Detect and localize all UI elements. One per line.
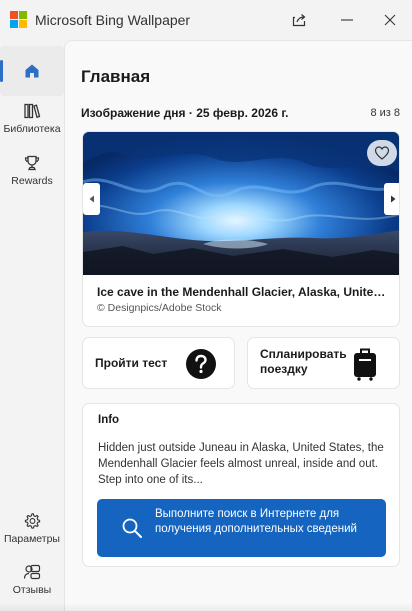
active-indicator bbox=[0, 60, 3, 82]
info-card: Info Hidden just outside Juneau in Alask… bbox=[82, 403, 400, 567]
image-of-the-day-card[interactable]: Ice cave in the Mendenhall Glacier, Alas… bbox=[82, 131, 400, 327]
sidebar-item-label: Библиотека bbox=[3, 123, 61, 135]
trophy-icon bbox=[24, 155, 40, 171]
page-title: Главная bbox=[81, 67, 151, 86]
favorite-button[interactable] bbox=[367, 140, 397, 166]
sidebar-item-library[interactable]: Библиотека bbox=[0, 102, 64, 135]
sidebar-item-label: Параметры bbox=[4, 533, 60, 545]
info-heading: Info bbox=[98, 414, 120, 426]
wallpaper-image[interactable] bbox=[83, 132, 399, 275]
chevron-right-icon bbox=[390, 195, 395, 203]
search-button-label: Выполните поиск в Интернете для получени… bbox=[155, 508, 357, 535]
main-content: Главная Изображение дня · 25 февр. 2026 … bbox=[64, 40, 412, 611]
luggage-icon bbox=[354, 348, 376, 381]
share-icon bbox=[292, 14, 306, 27]
next-image-button[interactable] bbox=[384, 183, 399, 215]
sidebar: Библиотека Rewards Параметры Отзывы bbox=[0, 40, 64, 611]
info-description: Hidden just outside Juneau in Alaska, Un… bbox=[98, 442, 384, 486]
search-web-button[interactable]: Выполните поиск в Интернете для получени… bbox=[97, 499, 386, 557]
sidebar-item-label: Rewards bbox=[11, 175, 53, 187]
close-button[interactable] bbox=[370, 6, 410, 34]
previous-image-button[interactable] bbox=[83, 183, 100, 215]
close-icon bbox=[384, 14, 396, 26]
title-bar: Microsoft Bing Wallpaper bbox=[0, 0, 412, 40]
sidebar-item-rewards[interactable]: Rewards bbox=[0, 154, 64, 187]
quiz-label: Пройти тест bbox=[95, 356, 168, 370]
microsoft-logo-icon bbox=[10, 11, 27, 28]
image-counter: 8 из 8 bbox=[370, 107, 400, 119]
sidebar-item-settings[interactable]: Параметры bbox=[0, 512, 64, 545]
library-icon bbox=[24, 103, 41, 119]
image-credit: © Designpics/Adobe Stock bbox=[97, 302, 222, 314]
sidebar-item-feedback[interactable]: Отзывы bbox=[0, 563, 64, 596]
plan-trip-button[interactable]: Спланировать поездку bbox=[247, 337, 400, 389]
section-title: Изображение дня · 25 февр. 2026 г. bbox=[81, 106, 289, 120]
question-icon bbox=[186, 349, 216, 379]
search-icon bbox=[122, 518, 142, 538]
minimize-button[interactable] bbox=[327, 6, 367, 34]
window-title: Microsoft Bing Wallpaper bbox=[35, 12, 191, 28]
home-icon bbox=[25, 64, 39, 78]
sidebar-item-label: Отзывы bbox=[12, 584, 52, 596]
minimize-icon bbox=[341, 19, 353, 21]
heart-icon bbox=[374, 146, 390, 160]
share-button[interactable] bbox=[279, 6, 319, 34]
ice-cave-picture bbox=[83, 132, 399, 275]
take-quiz-button[interactable]: Пройти тест bbox=[82, 337, 235, 389]
sidebar-item-home[interactable] bbox=[0, 46, 64, 96]
image-title: Ice cave in the Mendenhall Glacier, Alas… bbox=[97, 285, 389, 299]
chevron-left-icon bbox=[89, 195, 94, 203]
feedback-icon bbox=[23, 564, 41, 580]
trip-label: Спланировать поездку bbox=[260, 347, 347, 376]
gear-icon bbox=[24, 513, 41, 529]
